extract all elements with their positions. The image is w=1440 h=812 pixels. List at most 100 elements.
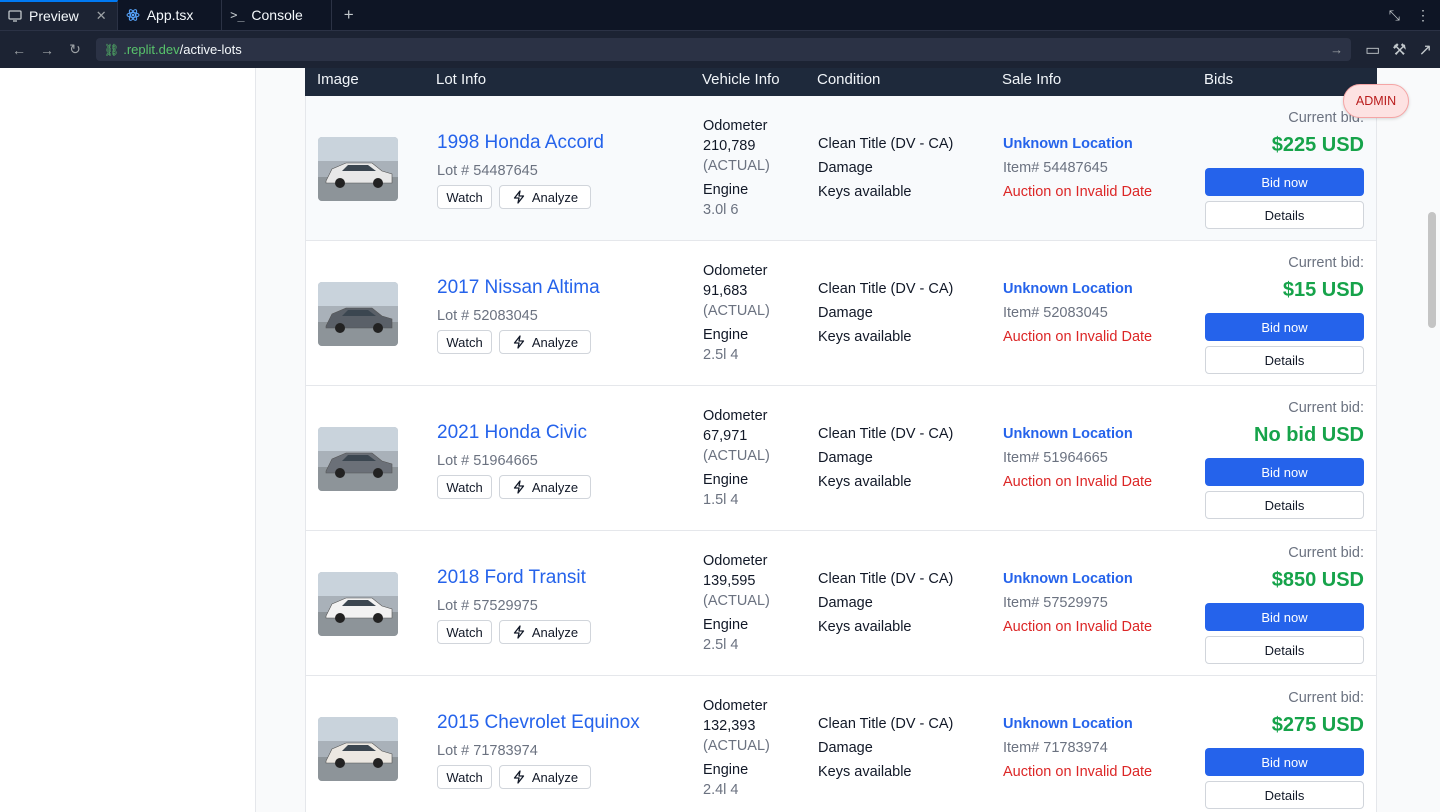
table-row: 2021 Honda Civic Lot # 51964665 Watch An… <box>305 386 1377 531</box>
current-bid-amount: $15 USD <box>1282 279 1364 301</box>
lot-number: Lot # 57529975 <box>437 598 538 614</box>
odometer-value: 132,393 <box>703 718 756 734</box>
vehicle-thumbnail[interactable] <box>318 282 398 346</box>
location-link[interactable]: Unknown Location <box>1003 571 1133 587</box>
keys-status: Keys available <box>818 474 912 490</box>
item-number: Item# 51964665 <box>1003 450 1108 466</box>
back-icon[interactable]: ← <box>8 39 30 61</box>
engine-label: Engine <box>703 327 749 343</box>
devices-icon[interactable]: ▭ <box>1365 40 1380 60</box>
url-path: /active-lots <box>179 42 242 57</box>
close-icon[interactable]: ✕ <box>96 8 107 24</box>
watch-button[interactable]: Watch <box>437 475 492 499</box>
odometer-label: Odometer <box>703 118 768 134</box>
analyze-button[interactable]: Analyze <box>499 765 591 789</box>
vehicle-thumbnail[interactable] <box>318 572 398 636</box>
url-input[interactable]: ⛓ .replit.dev/active-lots → <box>96 38 1352 61</box>
keys-status: Keys available <box>818 329 912 345</box>
lot-number: Lot # 51964665 <box>437 453 538 469</box>
item-number: Item# 52083045 <box>1003 305 1108 321</box>
lot-title-link[interactable]: 2015 Chevrolet Equinox <box>437 712 640 734</box>
watch-button[interactable]: Watch <box>437 765 492 789</box>
engine-label: Engine <box>703 472 749 488</box>
odometer-type: (ACTUAL) <box>703 303 770 319</box>
damage-label: Damage <box>818 160 873 176</box>
bid-now-button[interactable]: Bid now <box>1205 168 1364 196</box>
damage-label: Damage <box>818 740 873 756</box>
details-button[interactable]: Details <box>1205 201 1364 229</box>
tab-app-tsx-label: App.tsx <box>146 7 194 23</box>
tab-preview[interactable]: Preview ✕ <box>0 0 118 30</box>
col-header-bids: Bids <box>1204 71 1234 88</box>
location-link[interactable]: Unknown Location <box>1003 136 1133 152</box>
open-external-icon[interactable]: ↗ <box>1419 40 1432 60</box>
vehicle-thumbnail[interactable] <box>318 717 398 781</box>
table-row: 2018 Ford Transit Lot # 57529975 Watch A… <box>305 531 1377 676</box>
keys-status: Keys available <box>818 619 912 635</box>
lot-title-link[interactable]: 2017 Nissan Altima <box>437 277 600 299</box>
location-link[interactable]: Unknown Location <box>1003 716 1133 732</box>
engine-value: 2.5l 4 <box>703 347 739 363</box>
keys-status: Keys available <box>818 184 912 200</box>
lot-number: Lot # 52083045 <box>437 308 538 324</box>
title-status: Clean Title (DV - CA) <box>818 426 954 442</box>
bid-now-button[interactable]: Bid now <box>1205 458 1364 486</box>
scrollbar[interactable] <box>1428 212 1436 328</box>
watch-button[interactable]: Watch <box>437 330 492 354</box>
url-host: .replit.dev <box>123 42 180 57</box>
engine-label: Engine <box>703 182 749 198</box>
more-vertical-icon[interactable]: ⋮ <box>1416 7 1430 24</box>
details-button[interactable]: Details <box>1205 491 1364 519</box>
details-button[interactable]: Details <box>1205 346 1364 374</box>
bid-now-button[interactable]: Bid now <box>1205 603 1364 631</box>
bid-now-button[interactable]: Bid now <box>1205 748 1364 776</box>
watch-button[interactable]: Watch <box>437 185 492 209</box>
col-header-lot-info: Lot Info <box>436 71 487 88</box>
analyze-button[interactable]: Analyze <box>499 475 591 499</box>
table-row: 2017 Nissan Altima Lot # 52083045 Watch … <box>305 241 1377 386</box>
item-number: Item# 57529975 <box>1003 595 1108 611</box>
sidebar <box>0 68 256 812</box>
odometer-value: 91,683 <box>703 283 748 299</box>
table-header: Image Lot Info Vehicle Info Condition Sa… <box>305 68 1377 96</box>
analyze-button[interactable]: Analyze <box>499 330 591 354</box>
new-tab-button[interactable]: + <box>332 0 366 30</box>
current-bid-label: Current bid: <box>1288 255 1364 271</box>
go-arrow-icon[interactable]: → <box>1330 42 1343 57</box>
location-link[interactable]: Unknown Location <box>1003 426 1133 442</box>
analyze-button[interactable]: Analyze <box>499 620 591 644</box>
admin-badge[interactable]: ADMIN <box>1343 84 1409 118</box>
forward-icon[interactable]: → <box>36 39 58 61</box>
vehicle-thumbnail[interactable] <box>318 137 398 201</box>
odometer-label: Odometer <box>703 408 768 424</box>
details-button[interactable]: Details <box>1205 636 1364 664</box>
lot-title-link[interactable]: 2021 Honda Civic <box>437 422 587 444</box>
col-header-condition: Condition <box>817 71 881 88</box>
preview-page: Image Lot Info Vehicle Info Condition Sa… <box>0 68 1440 812</box>
tab-console[interactable]: >_ Console <box>222 0 332 30</box>
tab-preview-label: Preview <box>29 8 79 24</box>
reload-icon[interactable]: ↻ <box>64 39 86 61</box>
details-button[interactable]: Details <box>1205 781 1364 809</box>
current-bid-amount: $275 USD <box>1271 714 1364 736</box>
minimize-icon[interactable]: ⤡ <box>1389 7 1400 24</box>
lot-title-link[interactable]: 2018 Ford Transit <box>437 567 586 589</box>
bid-now-button[interactable]: Bid now <box>1205 313 1364 341</box>
damage-label: Damage <box>818 595 873 611</box>
odometer-type: (ACTUAL) <box>703 593 770 609</box>
lightning-icon <box>513 770 525 784</box>
vehicle-thumbnail[interactable] <box>318 427 398 491</box>
devtools-icon[interactable]: ⚒ <box>1392 40 1406 60</box>
location-link[interactable]: Unknown Location <box>1003 281 1133 297</box>
analyze-button[interactable]: Analyze <box>499 185 591 209</box>
address-bar: ← → ↻ ⛓ .replit.dev/active-lots → ▭ ⚒ ↗ <box>0 31 1440 68</box>
lot-title-link[interactable]: 1998 Honda Accord <box>437 132 604 154</box>
analyze-label: Analyze <box>531 479 579 495</box>
tab-app-tsx[interactable]: App.tsx <box>118 0 223 30</box>
watch-button[interactable]: Watch <box>437 620 492 644</box>
terminal-icon: >_ <box>230 8 245 22</box>
odometer-type: (ACTUAL) <box>703 448 770 464</box>
odometer-type: (ACTUAL) <box>703 738 770 754</box>
odometer-label: Odometer <box>703 698 768 714</box>
workspace-tabbar: Preview ✕ App.tsx >_ Console + ⤡ ⋮ <box>0 0 1440 31</box>
